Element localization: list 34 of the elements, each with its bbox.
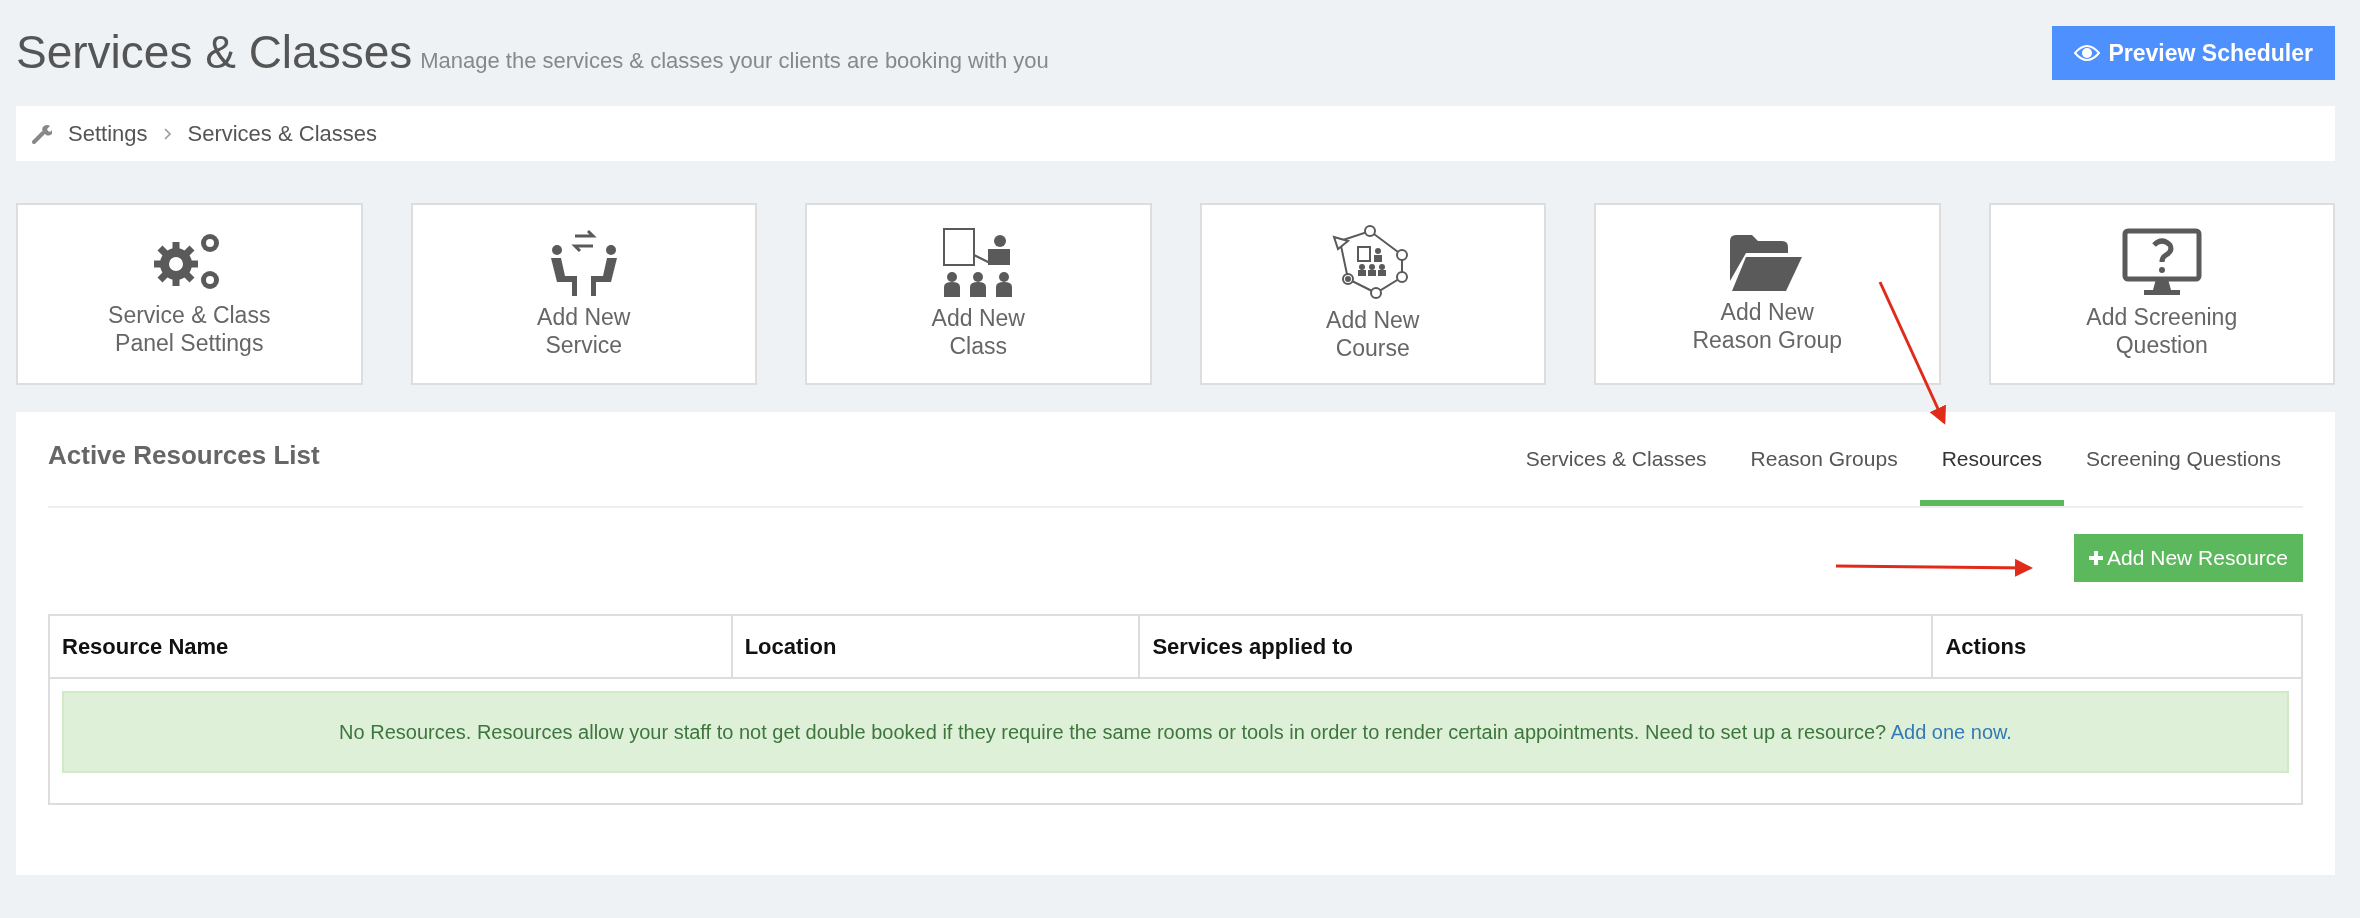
column-header: Location [731,614,1140,678]
column-header: Resource Name [49,614,732,678]
tab[interactable]: Resources [1919,412,2065,506]
breadcrumb-current-page: Services & Classes [187,120,377,148]
card-label: Add New Course [1326,307,1420,363]
column-header: Actions [1932,614,2302,678]
breadcrumb-link[interactable]: Settings [68,117,148,150]
page-title: Services & Classes [16,25,413,81]
add-one-now-link[interactable]: Add one now. [1890,720,2012,743]
panel-title: Active Resources List [48,439,320,472]
chevron-right-icon [163,127,172,140]
plus-icon [2089,550,2104,565]
action-card[interactable]: Add Screening Question [1988,203,2335,385]
card-label: Add New Service [537,304,631,360]
preview-scheduler-button[interactable]: Preview Scheduler [2052,25,2335,81]
card-label: Add Screening Question [2086,304,2238,360]
action-card[interactable]: Add New Reason Group [1594,203,1941,385]
presentation-icon [942,227,1015,300]
tab[interactable]: Screening Questions [2064,412,2303,506]
wrench-icon [32,123,52,144]
card-label: Service & Class Panel Settings [108,302,271,358]
action-card[interactable]: Add New Service [410,203,757,385]
column-header: Services applied to [1139,614,1933,678]
tab[interactable]: Services & Classes [1503,412,1729,506]
action-card[interactable]: Add New Course [1199,203,1546,385]
action-card[interactable]: Add New Class [805,203,1152,385]
eye-icon [2074,44,2101,62]
tab[interactable]: Reason Groups [1728,412,1920,506]
card-label: Add New Class [931,305,1025,361]
folder-icon [1730,233,1805,294]
empty-state-message: No Resources. Resources allow your staff to not get double booked if they require the same rooms or tools in order to render certain appointments. Need to set up a resource? Add one now. [62,690,2289,773]
action-card[interactable]: Service & Class Panel Settings [16,203,363,385]
page-subtitle: Manage the services & classes your clients are booking with you [420,47,1049,76]
card-label: Add New Reason Group [1692,299,1843,355]
